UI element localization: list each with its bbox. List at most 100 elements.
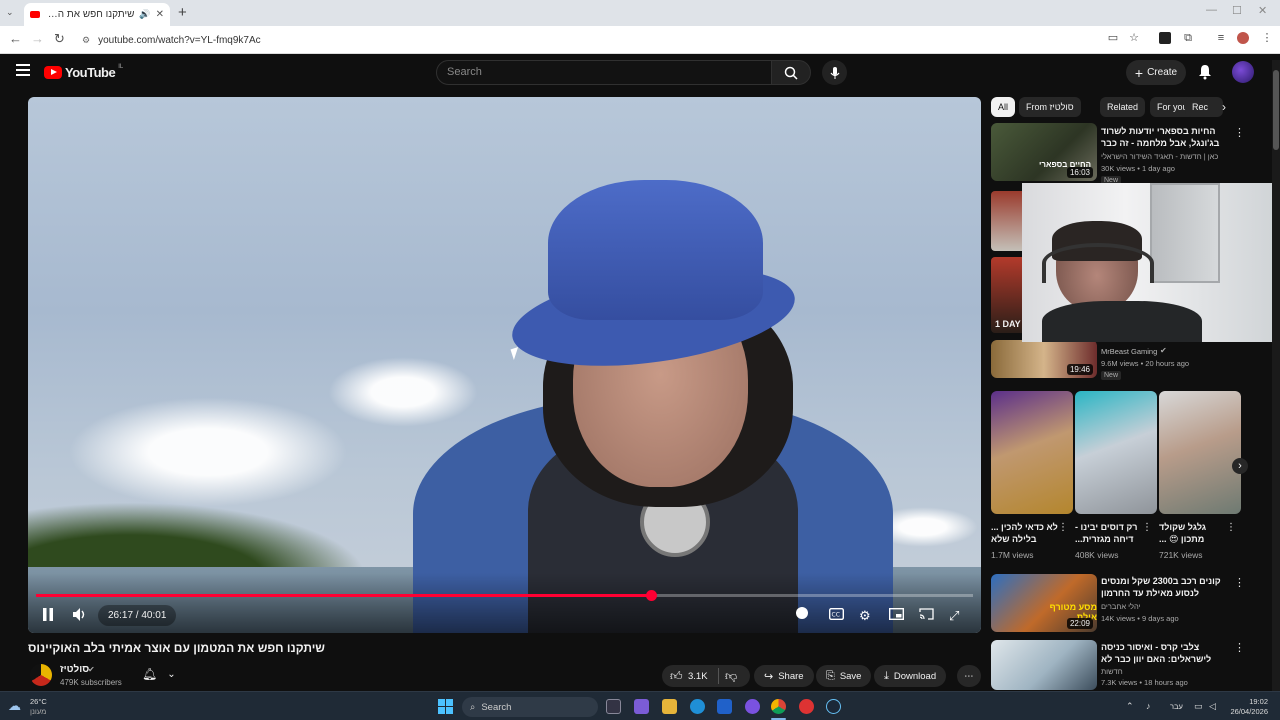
tab-close-icon[interactable]: ✕ — [156, 9, 164, 20]
weather-cloud-icon[interactable]: ☁ — [8, 698, 21, 714]
tab-search-chevron-icon[interactable]: ⌄ — [6, 7, 14, 18]
save-button[interactable]: ⎘ Save — [816, 665, 872, 687]
fullscreen-icon[interactable]: ⤢ — [949, 608, 959, 624]
related-video-thumbnail[interactable] — [991, 640, 1097, 690]
chip-related[interactable]: Related — [1100, 97, 1146, 117]
browser-menu-icon[interactable]: ⋮ — [1261, 32, 1273, 44]
short-title[interactable]: גלגל שקולד מתכון 😍 ... — [1159, 521, 1229, 545]
thumbs-up-icon[interactable]: 👍︎ — [670, 669, 683, 684]
short-menu-icon[interactable]: ⋮ — [1058, 522, 1068, 533]
account-avatar[interactable] — [1232, 61, 1254, 83]
chrome-icon[interactable] — [771, 699, 786, 714]
related-video-channel[interactable]: MrBeast Gaming — [1101, 346, 1157, 357]
tab-audio-icon[interactable]: 🔊 — [139, 9, 150, 20]
short-title[interactable]: לא כדאי להכין ... בלילה שלא — [991, 521, 1061, 545]
short-thumbnail[interactable] — [991, 391, 1073, 514]
task-view-icon[interactable] — [606, 699, 621, 714]
cast-icon[interactable]: ▭ — [1107, 32, 1119, 44]
short-menu-icon[interactable]: ⋮ — [1142, 522, 1152, 533]
share-button[interactable]: ↪ Share — [754, 665, 814, 687]
tray-chevron-icon[interactable]: ⌃ — [1126, 701, 1134, 712]
related-video-channel[interactable]: כאן | חדשות - תאגיד השידור הישראלי — [1101, 151, 1221, 162]
close-window-button[interactable]: ✕ — [1258, 4, 1267, 17]
related-video-thumbnail[interactable]: 19:46 — [991, 340, 1097, 378]
page-scrollbar[interactable] — [1272, 60, 1280, 692]
search-button[interactable] — [771, 60, 811, 85]
bookmark-star-icon[interactable]: ☆ — [1128, 32, 1140, 44]
scrollbar-thumb[interactable] — [1273, 70, 1279, 150]
related-video-thumbnail[interactable]: מסע מטורף אילת 22:09 — [991, 574, 1097, 632]
channel-name[interactable]: סולטיז — [60, 664, 89, 675]
short-menu-icon[interactable]: ⋮ — [1226, 522, 1236, 533]
youtube-logo[interactable]: YouTube IL — [44, 64, 123, 80]
edge-browser-icon[interactable] — [690, 699, 705, 714]
related-video-thumbnail[interactable] — [991, 191, 1023, 251]
video-menu-icon[interactable]: ⋮ — [1234, 641, 1245, 654]
minimize-button[interactable]: — — [1206, 4, 1217, 16]
related-video-channel[interactable]: חדשות — [1101, 666, 1123, 677]
network-icon[interactable]: ▭ — [1194, 701, 1203, 712]
channel-avatar[interactable] — [30, 664, 52, 686]
short-thumbnail[interactable] — [1075, 391, 1157, 514]
microsoft-store-icon[interactable] — [717, 699, 732, 714]
miniplayer-icon[interactable] — [888, 607, 905, 623]
speaker-icon[interactable]: ◁ — [1209, 701, 1216, 712]
related-video-thumbnail[interactable]: החיים בספארי 16:03 — [991, 123, 1097, 181]
tab-search-icon[interactable]: ≡ — [1215, 32, 1227, 44]
autoplay-toggle-icon[interactable] — [796, 607, 808, 619]
short-title[interactable]: רק דוסים יבינו - דיחה מגזרית... — [1075, 521, 1145, 545]
related-video-title[interactable]: צלבי קרס - ואיסור כניסה לישראלים: האם יו… — [1101, 641, 1225, 665]
teams-icon[interactable] — [634, 699, 649, 714]
like-count[interactable]: 3.1K — [688, 671, 708, 682]
windows-start-icon[interactable] — [438, 699, 453, 714]
clock-time[interactable]: 19:02 — [1228, 697, 1268, 706]
create-button[interactable]: + Create — [1126, 60, 1186, 85]
extension-icon[interactable] — [1159, 32, 1171, 44]
file-explorer-icon[interactable] — [662, 699, 677, 714]
shorts-next-chevron-icon[interactable]: › — [1232, 458, 1248, 474]
more-actions-button[interactable]: ⋯ — [957, 665, 981, 687]
app-icon[interactable] — [799, 699, 814, 714]
address-bar[interactable]: ⚙ youtube.com/watch?v=YL-fmq9k7Ac — [76, 29, 1156, 51]
thumbs-down-icon[interactable]: 👎︎ — [725, 669, 737, 684]
profile-avatar-icon[interactable] — [1237, 32, 1249, 44]
captions-icon[interactable]: CC — [828, 607, 845, 623]
chips-next-chevron-icon[interactable]: › — [1222, 100, 1226, 114]
discord-icon[interactable] — [745, 699, 760, 714]
chip-from-channel[interactable]: From סולטיז — [1019, 97, 1081, 117]
download-button[interactable]: ⤓ Download — [874, 665, 947, 687]
chip-all[interactable]: All — [991, 97, 1016, 117]
related-video-title[interactable]: קונים רכב ב2300 שקל ומנסים לנסוע מאילת ע… — [1101, 575, 1225, 599]
reload-icon[interactable]: ↻ — [54, 31, 65, 47]
video-player[interactable]: 26:17 / 40:01 CC ⚙ ⤢ — [28, 97, 981, 633]
mic-tray-icon[interactable]: ♪ — [1146, 701, 1151, 711]
language-indicator[interactable]: עבר — [1170, 702, 1183, 711]
chip-recent[interactable]: Rec — [1185, 97, 1223, 117]
notifications-bell-icon[interactable] — [1198, 64, 1212, 85]
video-menu-icon[interactable]: ⋮ — [1234, 126, 1245, 139]
steam-icon[interactable] — [826, 699, 841, 714]
related-video-title[interactable]: החיות בספארי יודעות לשרוד בג'ונגל, אבל מ… — [1101, 125, 1225, 149]
forward-arrow-icon[interactable]: → — [31, 31, 44, 46]
cast-icon[interactable] — [919, 608, 934, 623]
weather-temp[interactable]: 26°C — [30, 697, 47, 706]
clock-date[interactable]: 26/04/2026 — [1222, 707, 1268, 716]
maximize-button[interactable]: ☐ — [1232, 4, 1242, 17]
hamburger-menu-icon[interactable] — [16, 64, 30, 79]
taskbar-search-box[interactable]: ⌕ Search — [462, 697, 598, 717]
site-info-icon[interactable]: ⚙ — [82, 35, 90, 46]
subscribed-notifications-button[interactable]: 🔔︎ ⌄ — [142, 667, 176, 681]
settings-gear-icon[interactable]: ⚙ — [859, 608, 871, 624]
progress-bar[interactable] — [36, 590, 973, 601]
extensions-puzzle-icon[interactable]: ⧉ — [1182, 32, 1194, 44]
related-video-thumbnail[interactable]: 1 DAY — [991, 257, 1023, 333]
search-input[interactable]: Search — [436, 60, 772, 85]
video-menu-icon[interactable]: ⋮ — [1234, 576, 1245, 589]
related-video-channel[interactable]: יהלי אחברים — [1101, 601, 1141, 612]
volume-icon[interactable] — [72, 608, 86, 624]
pause-icon[interactable] — [42, 608, 54, 624]
voice-search-button[interactable] — [822, 60, 847, 85]
short-thumbnail[interactable] — [1159, 391, 1241, 514]
new-tab-button[interactable]: + — [178, 4, 187, 21]
browser-tab-active[interactable]: שיתקנו חפש את המטמון עם 🔊 ✕ — [24, 3, 170, 26]
